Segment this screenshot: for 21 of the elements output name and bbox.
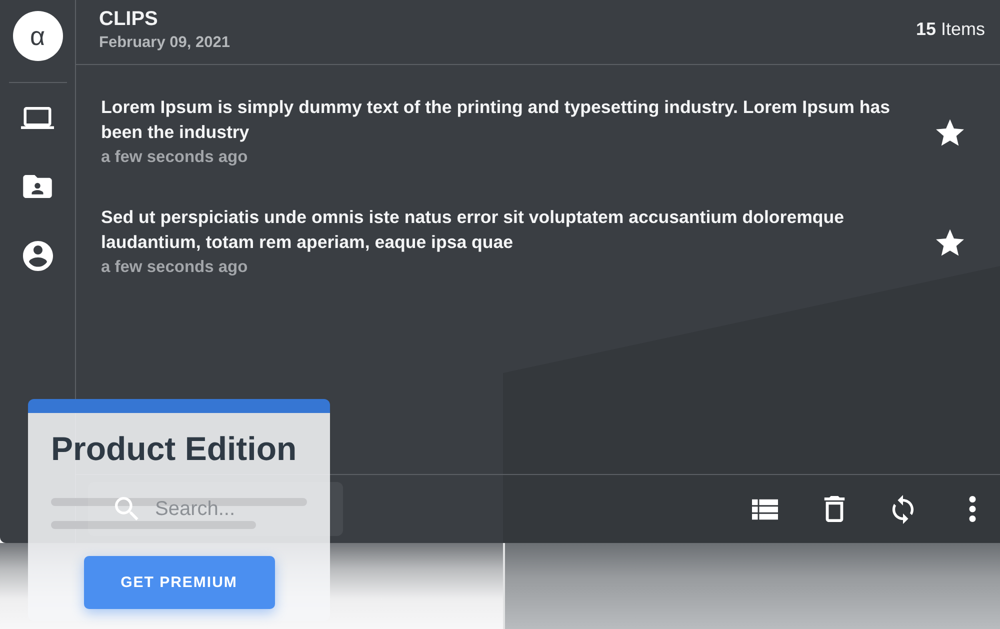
avatar[interactable]: α: [12, 11, 62, 61]
item-count: 15 Items: [916, 19, 985, 40]
clip-time: a few seconds ago: [101, 147, 249, 168]
folder-person-icon[interactable]: [23, 175, 52, 198]
page-title: CLIPS: [99, 8, 159, 30]
clip-time: a few seconds ago: [101, 257, 249, 278]
search-icon: [115, 497, 139, 521]
search-input[interactable]: Search...: [155, 498, 325, 520]
sync-icon[interactable]: [892, 494, 914, 524]
star-icon[interactable]: [936, 118, 964, 146]
dialog-title: Product Edition: [51, 430, 298, 468]
more-icon[interactable]: [968, 496, 976, 522]
date-label: February 09, 2021: [99, 33, 230, 52]
account-icon[interactable]: [22, 240, 52, 270]
clip-text: Lorem Ipsum is simply dummy text of the printing and typesetting industry. Lorem Ipsum has been the industry: [101, 96, 892, 144]
clip-text: Sed ut perspiciatis unde omnis iste natus error sit voluptatem accusantium doloremque laudantium, totam rem aperiam, eaque ipsa quae: [101, 206, 846, 254]
laptop-icon[interactable]: [21, 106, 54, 128]
search-field[interactable]: Search...: [88, 482, 343, 536]
trash-icon[interactable]: [824, 496, 844, 522]
star-icon[interactable]: [936, 228, 964, 256]
list-icon[interactable]: [752, 498, 778, 520]
